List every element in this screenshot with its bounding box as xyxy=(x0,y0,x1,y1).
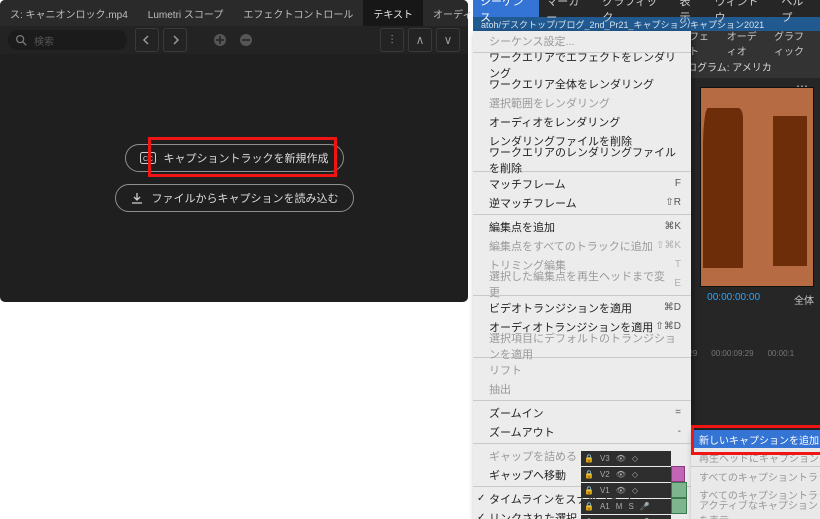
zoom-full[interactable]: 全体 xyxy=(794,292,814,307)
prev-button[interactable] xyxy=(135,28,159,52)
search-placeholder: 検索 xyxy=(34,33,54,48)
import-caption-file-button[interactable]: ファイルからキャプションを読み込む xyxy=(115,184,354,212)
svg-text:CC: CC xyxy=(142,156,152,163)
menu-item: 選択項目にデフォルトのトランジションを適用 xyxy=(473,336,691,355)
menu-item[interactable]: オーディオをレンダリング xyxy=(473,112,691,131)
menu-item: 選択した編集点を再生ヘッドまで変更E xyxy=(473,274,691,293)
track-v2[interactable]: 🔒V2👁◇ xyxy=(581,467,671,482)
sequence-menu-dropdown: シーケンス設定... ワークエリアでエフェクトをレンダリングワークエリア全体をレン… xyxy=(473,31,691,519)
submenu-item: アクティブなキャプショントラックのみを表示 xyxy=(691,503,820,519)
menu-item[interactable]: ワークエリア全体をレンダリング xyxy=(473,74,691,93)
title-path: atoh/デスクトップ/ブログ_2nd_Pr21_キャプション/キャプション20… xyxy=(473,17,820,31)
menu-item: 編集点をすべてのトラックに追加⇧⌘K xyxy=(473,236,691,255)
add-button[interactable] xyxy=(209,29,231,51)
search-input[interactable]: 検索 xyxy=(8,30,127,50)
menu-item[interactable]: 逆マッチフレーム⇧R xyxy=(473,193,691,212)
menu-item: リフト xyxy=(473,360,691,379)
track-v1[interactable]: 🔒V1👁◇ xyxy=(581,483,671,498)
menu-item: シーケンス設定... xyxy=(473,31,691,50)
import-caption-label: ファイルからキャプションを読み込む xyxy=(152,190,339,206)
clip-audio[interactable] xyxy=(671,498,687,514)
search-icon xyxy=(14,33,28,47)
menu-item: 選択範囲をレンダリング xyxy=(473,93,691,112)
menu-view[interactable]: 表示 xyxy=(673,0,708,17)
menu-item[interactable]: ビデオトランジションを適用⌘D xyxy=(473,298,691,317)
menu-item: 抽出 xyxy=(473,379,691,398)
create-caption-track-button[interactable]: CC キャプショントラックを新規作成 xyxy=(125,144,344,172)
next-button[interactable] xyxy=(163,28,187,52)
remove-button[interactable] xyxy=(235,29,257,51)
submenu-item: すべてのキャプショントラックを非表示 xyxy=(691,467,820,485)
menu-item[interactable]: ワークエリアのレンダリングファイルを削除 xyxy=(473,150,691,169)
split-button[interactable]: ⫶ xyxy=(380,28,404,52)
menu-item[interactable]: ズームアウト- xyxy=(473,422,691,441)
ws-audio[interactable]: オーディオ xyxy=(719,31,766,54)
menu-sequence[interactable]: シーケンス xyxy=(473,0,539,17)
menu-item[interactable]: ワークエリアでエフェクトをレンダリング xyxy=(473,55,691,74)
menu-item[interactable]: ズームイン= xyxy=(473,403,691,422)
menu-marker[interactable]: マーカー xyxy=(539,0,595,17)
clip-caption[interactable] xyxy=(671,466,685,482)
menu-window[interactable]: ウィンドウ xyxy=(708,0,775,17)
timecode-current[interactable]: 00:00:00:00 xyxy=(707,292,760,303)
menu-help[interactable]: ヘルプ xyxy=(774,0,820,17)
source-panel-tabs: ス: キャニオンロック.mp4 Lumetri スコープ エフェクトコントロール… xyxy=(0,0,468,26)
submenu-item: 再生ヘッドにキャプションを追加⌘C xyxy=(691,448,820,466)
caption-submenu: 新しいキャプションを追加...⌃⌘A再生ヘッドにキャプションを追加⌘Cすべてのキ… xyxy=(691,430,820,519)
tab-text[interactable]: テキスト xyxy=(363,0,423,26)
track-a2[interactable]: 🔒A2MS🎤 xyxy=(581,515,671,519)
tab-lumetri[interactable]: Lumetri スコープ xyxy=(138,0,234,26)
submenu-item[interactable]: 新しいキャプションを追加...⌃⌘A xyxy=(691,430,820,448)
clip-video[interactable] xyxy=(671,482,687,498)
timeline-tracks: 🔒V3👁◇ 🔒V2👁◇ 🔒V1👁◇ 🔒A1MS🎤 🔒A2MS🎤 xyxy=(581,451,671,519)
import-icon xyxy=(130,191,144,205)
program-monitor xyxy=(700,87,814,287)
menu-graphic[interactable]: グラフィック xyxy=(595,0,672,17)
create-caption-label: キャプショントラックを新規作成 xyxy=(164,150,329,166)
menu-item[interactable]: 編集点を追加⌘K xyxy=(473,217,691,236)
tab-source[interactable]: ス: キャニオンロック.mp4 xyxy=(0,0,138,26)
merge-down-button[interactable]: ∨ xyxy=(436,28,460,52)
workspace-tabs: エフェクト オーディオ グラフィック xyxy=(671,31,820,54)
search-toolbar: 検索 ⫶ ∧ ∨ xyxy=(0,26,468,54)
tab-effect-controls[interactable]: エフェクトコントロール xyxy=(233,0,363,26)
track-a1[interactable]: 🔒A1MS🎤 xyxy=(581,499,671,514)
ws-graphics[interactable]: グラフィック xyxy=(766,31,820,54)
app-menubar: シーケンス マーカー グラフィック 表示 ウィンドウ ヘルプ xyxy=(473,0,820,17)
merge-up-button[interactable]: ∧ xyxy=(408,28,432,52)
cc-icon: CC xyxy=(140,152,156,164)
program-panel-label: プログラム: アメリカ xyxy=(671,54,820,78)
menu-item[interactable]: マッチフレームF xyxy=(473,174,691,193)
track-v3[interactable]: 🔒V3👁◇ xyxy=(581,451,671,466)
